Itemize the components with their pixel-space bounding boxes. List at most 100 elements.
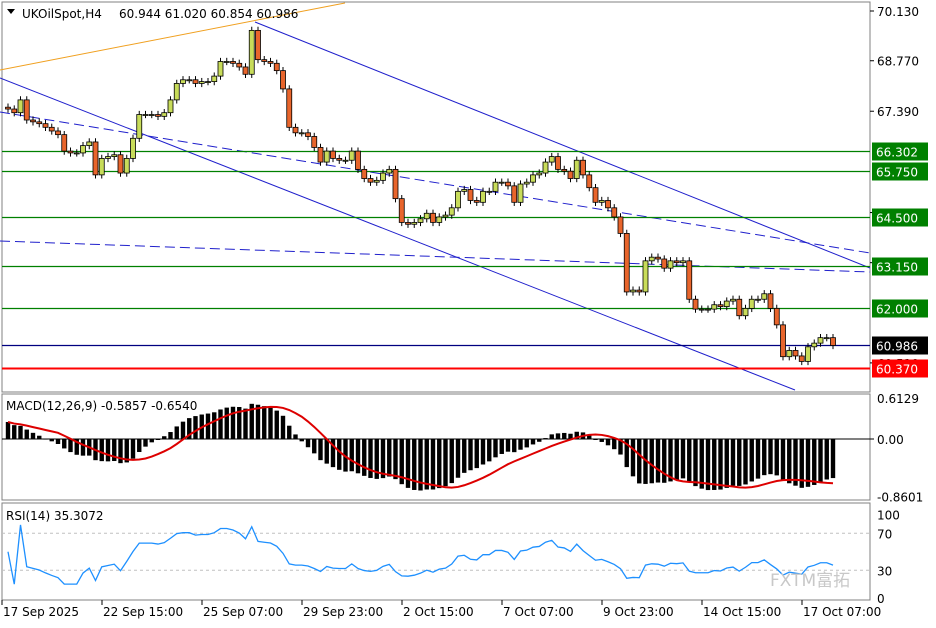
candle-bull: [648, 256, 655, 262]
level-price-label: 65.750: [876, 166, 918, 180]
macd-bar: [68, 439, 73, 453]
macd-bar: [362, 439, 367, 476]
macd-bar: [493, 439, 498, 458]
macd-bar: [368, 439, 373, 478]
candle-bear: [267, 61, 274, 64]
candle-bull: [411, 222, 418, 225]
candle-bear: [30, 119, 36, 123]
candle-bull: [642, 260, 649, 293]
macd-bar: [630, 439, 636, 477]
rsi-label: RSI(14) 35.3072: [6, 509, 104, 523]
fxtm-watermark-logo: FXTM富拓: [770, 571, 850, 591]
candle-bear: [511, 185, 518, 203]
macd-bar: [243, 408, 248, 439]
candle-bear: [117, 154, 124, 174]
candle-bull: [86, 141, 93, 147]
macd-bar: [12, 425, 17, 439]
candle-bull: [786, 350, 793, 358]
macd-bar: [649, 439, 654, 484]
macd-bar: [662, 439, 667, 483]
macd-bar: [430, 439, 436, 490]
macd-bar: [443, 439, 448, 487]
candle-bear: [830, 337, 836, 346]
level-price-label: 64.500: [876, 212, 918, 226]
candle-bull: [823, 337, 830, 340]
macd-bar: [5, 421, 11, 439]
macd-bar: [755, 439, 761, 479]
rsi-tick-label: 70: [877, 527, 892, 541]
symbol-label: UKOilSpot,H4: [22, 7, 102, 21]
candle-bear: [767, 293, 774, 309]
candle-bear: [11, 108, 18, 114]
macd-bar: [105, 439, 111, 462]
macd-bar: [24, 429, 29, 439]
candle-bull: [486, 190, 493, 193]
macd-bar: [168, 432, 173, 439]
candle-bear: [23, 99, 30, 121]
macd-bar: [455, 439, 461, 478]
macd-bar: [487, 439, 492, 462]
candle-bear: [467, 189, 474, 201]
macd-bar: [480, 439, 486, 465]
macd-bar: [349, 439, 354, 472]
macd-bar: [718, 439, 723, 490]
candle-bull: [80, 145, 86, 154]
candle-bull: [205, 81, 211, 83]
macd-bar: [730, 439, 736, 486]
candle-bull: [705, 308, 711, 311]
macd-bar: [212, 412, 217, 439]
level-price-label: 62.000: [876, 303, 918, 317]
candle-bear: [592, 187, 599, 203]
candle-bear: [155, 114, 161, 117]
macd-bar: [18, 425, 23, 439]
macd-bar: [774, 439, 779, 476]
candle-bear: [36, 121, 43, 125]
macd-bar: [687, 439, 692, 483]
candle-bear: [367, 178, 374, 183]
candle-bear: [330, 150, 336, 159]
candle-bear: [792, 350, 799, 357]
time-tick-label: 22 Sep 15:00: [103, 605, 183, 619]
macd-bar: [424, 439, 429, 490]
candle-bear: [617, 216, 624, 234]
candle-bear: [586, 174, 593, 189]
macd-bar: [149, 439, 154, 443]
macd-bar: [130, 439, 136, 459]
trading-chart[interactable]: 70.13068.77067.39064.62063.25060.510 66.…: [0, 0, 936, 624]
time-tick-label: 9 Oct 23:00: [603, 605, 674, 619]
macd-bar: [737, 439, 742, 486]
macd-bar: [324, 439, 329, 464]
macd-bar: [505, 439, 511, 452]
macd-bar: [305, 439, 311, 448]
candle-bull: [123, 158, 130, 174]
candle-bear: [55, 130, 61, 136]
candle-bull: [180, 79, 186, 84]
price-tick-label: 70.130: [877, 5, 919, 19]
candle-bear: [473, 200, 480, 203]
macd-bar: [218, 409, 223, 439]
candle-bear: [736, 298, 743, 317]
price-tick-label: 68.770: [877, 55, 919, 69]
candle-bear: [555, 156, 561, 170]
macd-bar: [268, 407, 273, 439]
rsi-tick-label: 30: [877, 564, 892, 578]
rsi-tick-label: 0: [877, 592, 885, 606]
macd-bar: [437, 439, 442, 489]
level-price-label: 66.302: [876, 146, 918, 160]
candle-bear: [605, 200, 611, 209]
candle-bear: [192, 79, 199, 84]
ohlc-values: 60.944 61.020 60.854 60.986: [119, 7, 298, 21]
candle-bull: [386, 168, 393, 174]
candle-bull: [761, 293, 768, 300]
macd-bar: [805, 439, 811, 487]
candle-bear: [286, 88, 293, 128]
macd-bar: [355, 439, 361, 474]
candle-bull: [530, 174, 536, 183]
macd-bar: [555, 433, 561, 439]
candle-bear: [580, 159, 586, 176]
candle-bull: [436, 216, 443, 223]
candle-bull: [548, 156, 555, 163]
level-price-label: 63.150: [876, 261, 918, 275]
candle-bull: [148, 114, 155, 116]
level-price-label: 60.986: [876, 340, 918, 354]
